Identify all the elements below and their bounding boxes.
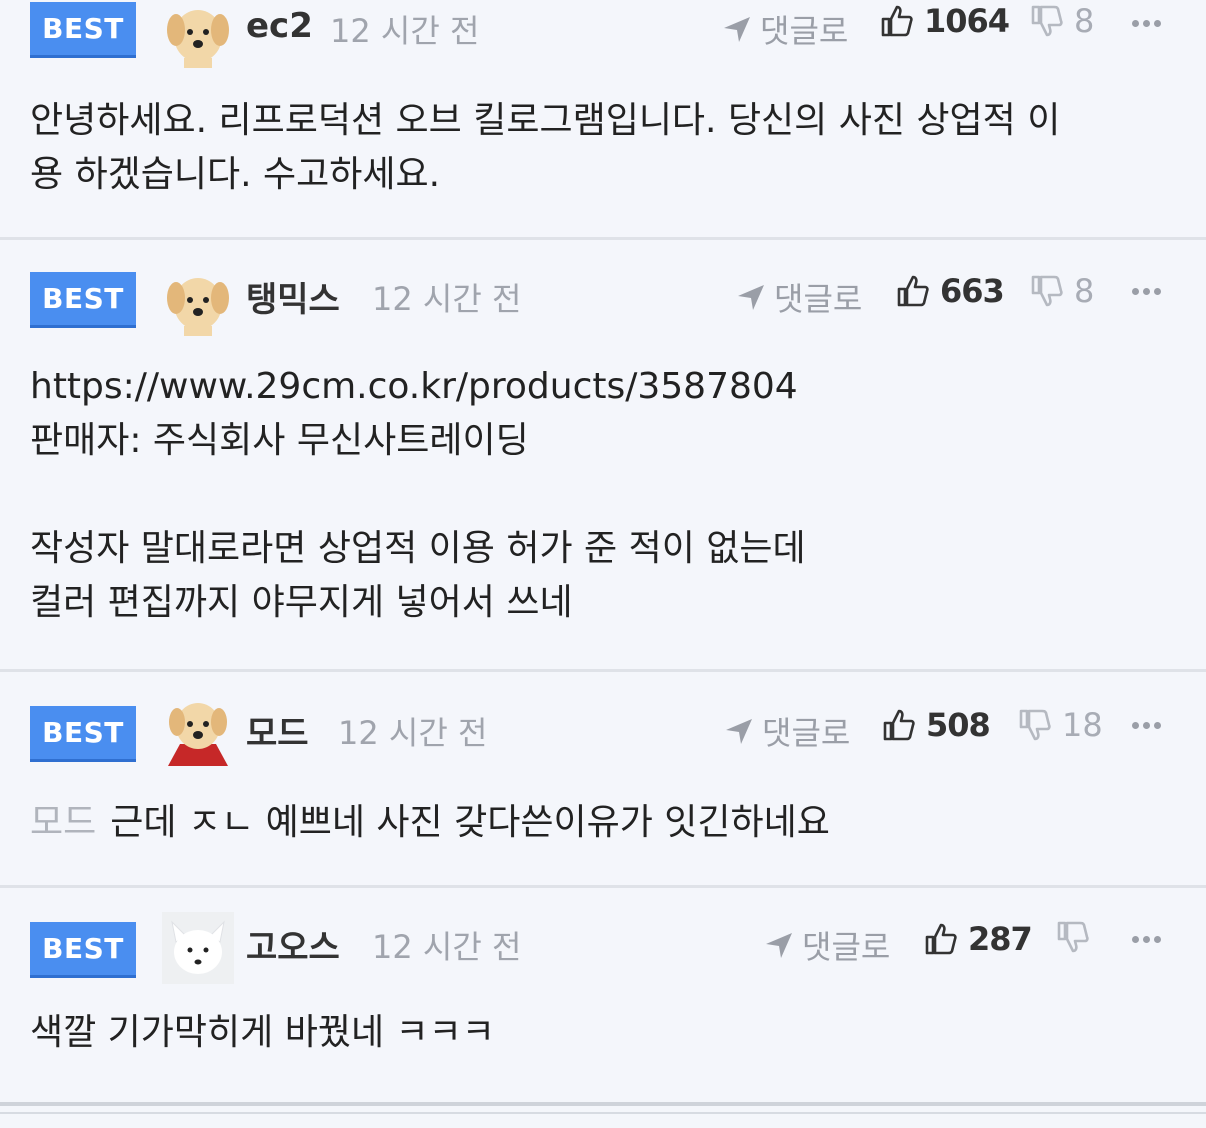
comment-line: https://www.29cm.co.kr/products/3587804 [30, 366, 798, 407]
comment-line [30, 468, 1166, 522]
thumbs-down-icon [1031, 275, 1063, 307]
comment-item: BEST ec2 12 시간 전 댓글로 1064 8 안녕하세요. 리프로덕션… [0, 0, 1206, 240]
like-count: 508 [926, 706, 991, 744]
like-count: 663 [940, 272, 1005, 310]
author-name[interactable]: 탱믹스 [246, 272, 340, 321]
reply-button[interactable]: 댓글로 [722, 6, 848, 52]
comment-line: 색깔 기가막히게 바꿨네 ㅋㅋㅋ [30, 1012, 495, 1053]
comment-item: BEST 모드 12 시간 전 댓글로 508 18 모드근데 ㅈㄴ 예쁘네 사… [0, 672, 1206, 888]
reply-label: 댓글로 [802, 928, 891, 966]
like-button[interactable]: 1064 [880, 2, 1010, 40]
like-button[interactable]: 287 [924, 920, 1033, 958]
reply-label: 댓글로 [762, 714, 851, 752]
dislike-button[interactable] [1056, 920, 1090, 954]
best-badge: BEST [30, 706, 136, 762]
reply-label: 댓글로 [760, 12, 849, 50]
thumbs-up-icon [925, 923, 957, 955]
more-options-icon[interactable] [1132, 20, 1161, 27]
dislike-count: 18 [1062, 706, 1103, 744]
send-arrow-icon [724, 17, 750, 42]
mention-tag[interactable]: 모드 [30, 802, 96, 843]
more-options-icon[interactable] [1132, 288, 1161, 295]
more-options-icon[interactable] [1132, 936, 1161, 943]
more-options-icon[interactable] [1132, 722, 1161, 729]
timestamp: 12 시간 전 [372, 928, 522, 966]
thumbs-up-icon [883, 709, 915, 741]
send-arrow-icon [726, 719, 752, 744]
like-count: 1064 [924, 2, 1010, 40]
timestamp: 12 시간 전 [338, 714, 488, 752]
comment-item: BEST 고오스 12 시간 전 댓글로 287 색깔 기가막히게 바꿨네 ㅋㅋ… [0, 888, 1206, 1106]
white-fox-avatar[interactable] [162, 912, 234, 984]
like-button[interactable]: 508 [882, 706, 991, 744]
comment-body: 안녕하세요. 리프로덕션 오브 킬로그램입니다. 당신의 사진 상업적 이 용 … [30, 94, 1166, 202]
comment-line: 안녕하세요. 리프로덕션 오브 킬로그램입니다. 당신의 사진 상업적 이 [30, 100, 1061, 141]
list-bottom-divider [0, 1112, 1206, 1114]
thumbs-down-icon [1057, 921, 1089, 953]
comment-line: 판매자: 주식회사 무신사트레이딩 [30, 420, 529, 461]
reply-button[interactable]: 댓글로 [764, 922, 890, 968]
comment-line: 용 하겠습니다. 수고하세요. [30, 154, 441, 195]
comment-body: https://www.29cm.co.kr/products/3587804 … [30, 360, 1166, 630]
thumbs-down-icon [1019, 709, 1051, 741]
puppy-avatar[interactable] [162, 264, 234, 336]
timestamp: 12 시간 전 [330, 12, 480, 50]
best-badge: BEST [30, 2, 136, 58]
comment-item: BEST 탱믹스 12 시간 전 댓글로 663 8 https://www.2… [0, 240, 1206, 672]
dislike-count: 8 [1074, 2, 1095, 40]
comment-body: 색깔 기가막히게 바꿨네 ㅋㅋㅋ [30, 1006, 1166, 1060]
dislike-count: 8 [1074, 272, 1095, 310]
best-badge: BEST [30, 922, 136, 978]
dislike-button[interactable]: 8 [1030, 272, 1094, 310]
reply-button[interactable]: 댓글로 [736, 274, 862, 320]
puppy-avatar[interactable] [162, 0, 234, 68]
comment-body: 모드 근데 ㅈㄴ 예쁘네 사진 갖다쓴이유가 잇긴하네요 [30, 796, 1166, 850]
puppy-with-red-cape-avatar[interactable] [162, 694, 234, 766]
comment-line: 작성자 말대로라면 상업적 이용 허가 준 적이 없는데 [30, 528, 806, 569]
like-count: 287 [968, 920, 1033, 958]
dislike-button[interactable]: 18 [1018, 706, 1103, 744]
author-name[interactable]: 모드 [246, 706, 309, 755]
best-badge: BEST [30, 272, 136, 328]
author-name[interactable]: 고오스 [246, 920, 340, 969]
like-button[interactable]: 663 [896, 272, 1005, 310]
comment-line: 근데 ㅈㄴ 예쁘네 사진 갖다쓴이유가 잇긴하네요 [110, 802, 830, 843]
reply-button[interactable]: 댓글로 [724, 708, 850, 754]
thumbs-down-icon [1031, 5, 1063, 37]
dislike-button[interactable]: 8 [1030, 2, 1094, 40]
timestamp: 12 시간 전 [372, 280, 522, 318]
reply-label: 댓글로 [774, 280, 863, 318]
thumbs-up-icon [881, 5, 913, 37]
thumbs-up-icon [897, 275, 929, 307]
send-arrow-icon [738, 285, 764, 310]
send-arrow-icon [766, 933, 792, 958]
comment-line: 컬러 편집까지 야무지게 넣어서 쓰네 [30, 582, 573, 623]
author-name[interactable]: ec2 [246, 6, 313, 46]
